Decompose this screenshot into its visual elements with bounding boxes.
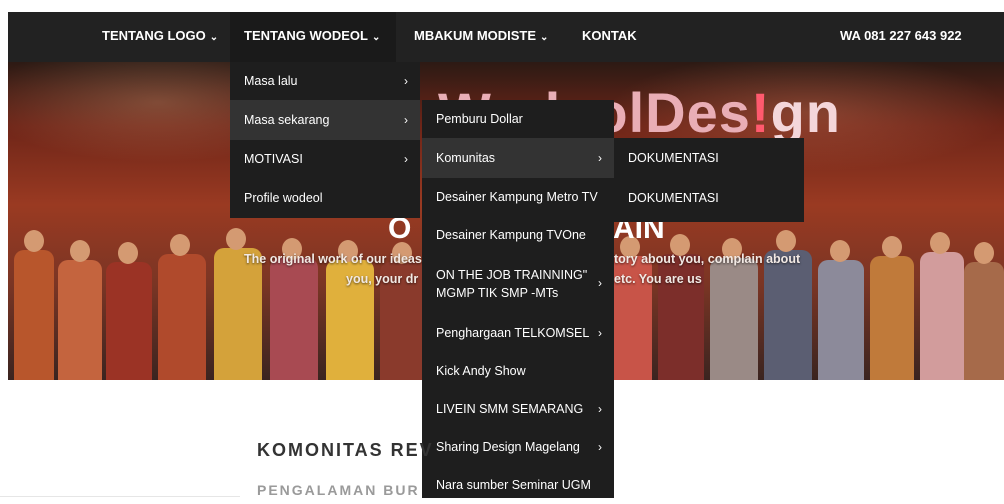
menu-item-livein-smm-semarang[interactable]: LIVEIN SMM SEMARANG › [422, 390, 614, 428]
menu-item-label: Masa lalu [244, 74, 298, 88]
chevron-right-icon: › [598, 276, 602, 290]
chevron-right-icon: › [404, 113, 408, 127]
nav-label: TENTANG LOGO [102, 28, 206, 43]
menu-item-label: Desainer Kampung TVOne [436, 228, 586, 242]
nav-kontak[interactable]: KONTAK [582, 12, 637, 62]
phone-number: WA 081 227 643 922 [840, 28, 962, 43]
section-title: KOMONITAS REV [257, 440, 434, 460]
nav-tentang-logo[interactable]: TENTANG LOGO ⌄ [98, 12, 222, 62]
menu-item-label: Nara sumber Seminar UGM [436, 478, 591, 492]
menu-item-penghargaan-telkomsel[interactable]: Penghargaan TELKOMSEL › [422, 314, 614, 352]
menu-item-label-line2: MGMP TIK SMP -MTs [436, 286, 559, 300]
nav-tentang-wodeol[interactable]: TENTANG WODEOL ⌄ [230, 12, 396, 62]
chevron-right-icon: › [598, 326, 602, 340]
menu-item-masa-sekarang[interactable]: Masa sekarang › [230, 100, 420, 140]
chevron-right-icon: › [598, 440, 602, 454]
top-navbar: TENTANG LOGO ⌄ TENTANG WODEOL ⌄ MBAKUM MOD… [8, 12, 1004, 62]
hero-subtitle-left-2: you, your dr [346, 272, 419, 286]
chevron-down-icon: ⌄ [540, 32, 549, 43]
menu-item-desainer-kampung-metro-tv[interactable]: Desainer Kampung Metro TV [422, 178, 614, 216]
menu-item-label: Kick Andy Show [436, 364, 526, 378]
chevron-right-icon: › [404, 152, 408, 166]
nav-label: TENTANG WODEOL [244, 28, 368, 43]
menu-item-sharing-design-magelang[interactable]: Sharing Design Magelang › [422, 428, 614, 466]
menu-item-label: Penghargaan TELKOMSEL [436, 326, 590, 340]
chevron-down-icon: ⌄ [209, 32, 219, 43]
menu-item-label: Desainer Kampung Metro TV [436, 190, 598, 204]
menu-item-masa-lalu[interactable]: Masa lalu › [230, 62, 420, 100]
menu-item-dokumentasi[interactable]: DOKUMENTASI [614, 138, 804, 178]
chevron-right-icon: › [598, 402, 602, 416]
dropdown-masa-sekarang: Pemburu Dollar Komunitas › Desainer Kampu… [422, 100, 614, 498]
nav-label: KONTAK [582, 28, 637, 43]
chevron-right-icon: › [404, 74, 408, 88]
nav-mbakum-modiste[interactable]: MBAKUM MODISTE ⌄ [414, 12, 548, 62]
menu-item-profile-wodeol[interactable]: Profile wodeol [230, 178, 420, 218]
nav-label: MBAKUM MODISTE [414, 28, 537, 43]
menu-item-desainer-kampung-tvone[interactable]: Desainer Kampung TVOne [422, 216, 614, 254]
hero-subtitle-left-1: The original work of our ideas [244, 252, 422, 266]
logo-text-part: ! [750, 81, 771, 144]
menu-item-kick-andy-show[interactable]: Kick Andy Show [422, 352, 614, 390]
divider [0, 496, 240, 497]
menu-item-label: MOTIVASI [244, 152, 303, 166]
menu-item-label: DOKUMENTASI [628, 191, 719, 205]
menu-item-label: Masa sekarang [244, 113, 330, 127]
hero-subtitle-right-2: etc. You are us [614, 272, 702, 286]
menu-item-label: LIVEIN SMM SEMARANG [436, 402, 584, 416]
menu-item-dokumentasi[interactable]: DOKUMENTASI [614, 178, 804, 218]
menu-item-label: DOKUMENTASI [628, 151, 719, 165]
menu-item-label: Komunitas [436, 151, 496, 165]
dropdown-komunitas: DOKUMENTASI DOKUMENTASI [614, 138, 804, 222]
menu-item-on-the-job-trainning[interactable]: ON THE JOB TRAINNING" MGMP TIK SMP -MTs … [422, 254, 614, 314]
logo-text-part: gn [770, 81, 841, 144]
menu-item-komunitas[interactable]: Komunitas › [422, 138, 614, 178]
menu-item-label: Sharing Design Magelang [436, 440, 580, 454]
menu-item-nara-sumber-seminar-ugm[interactable]: Nara sumber Seminar UGM [422, 466, 614, 498]
chevron-down-icon: ⌄ [371, 32, 381, 43]
hero-subtitle-right-1: tory about you, complain about [614, 252, 801, 266]
menu-item-label: Pemburu Dollar [436, 112, 523, 126]
menu-item-label: Profile wodeol [244, 191, 323, 205]
menu-item-motivasi[interactable]: MOTIVASI › [230, 140, 420, 178]
menu-item-label: ON THE JOB TRAINNING" [436, 268, 588, 282]
dropdown-tentang-wodeol: Masa lalu › Masa sekarang › MOTIVASI › Prof… [230, 62, 420, 218]
nav-phone-link[interactable]: WA 081 227 643 922 [840, 12, 962, 62]
menu-item-pemburu-dollar[interactable]: Pemburu Dollar [422, 100, 614, 138]
chevron-right-icon: › [598, 151, 602, 165]
section-subtitle: PENGALAMAN BUR [257, 482, 420, 498]
